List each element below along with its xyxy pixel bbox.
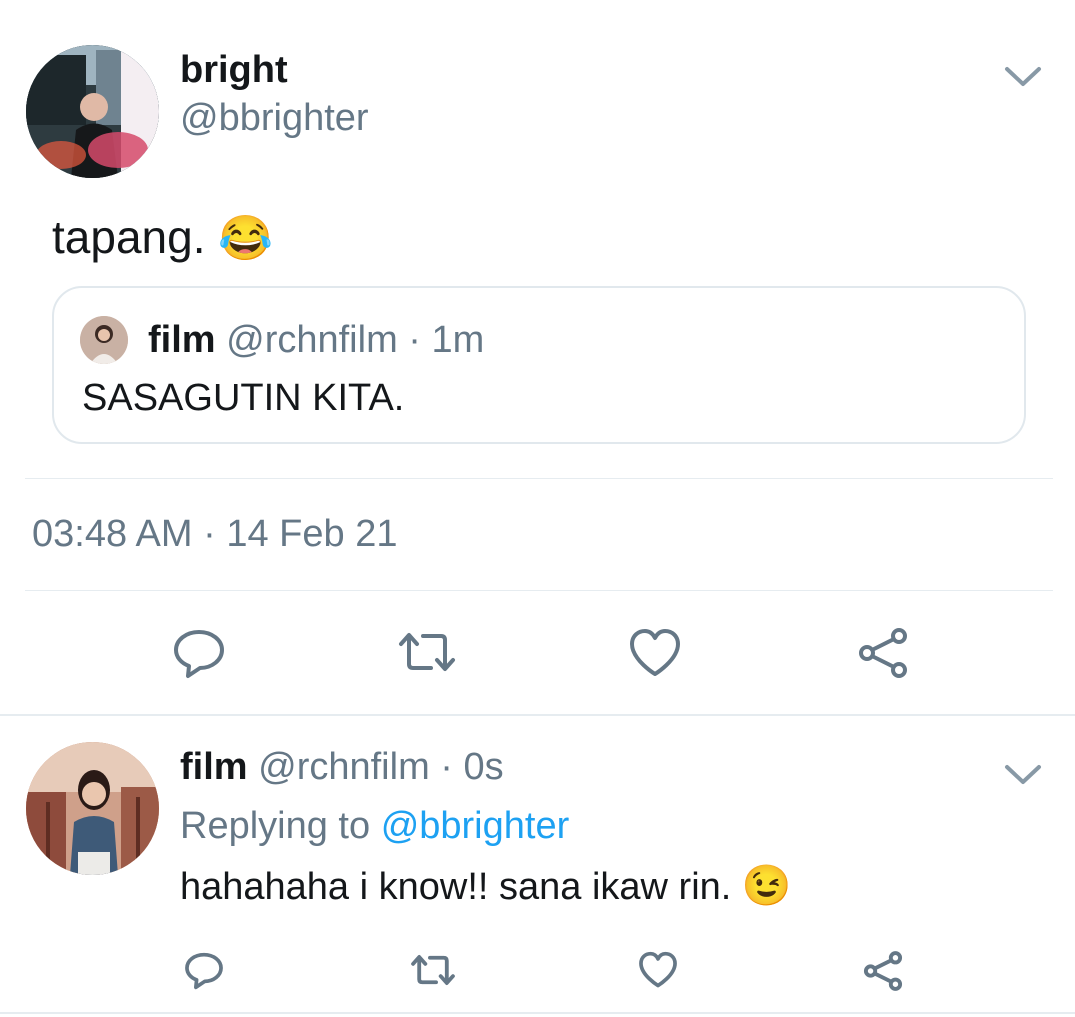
quoted-age: 1m — [431, 319, 485, 361]
quoted-text: SASAGUTIN KITA. — [82, 377, 405, 419]
winking-face-emoji: 😉 — [741, 864, 792, 908]
retweet-button[interactable] — [397, 630, 457, 674]
retweet-icon — [411, 955, 455, 985]
replying-to-handle-link[interactable]: @bbrighter — [381, 805, 570, 847]
separator-dot: · — [408, 319, 421, 361]
tweet-menu-button[interactable] — [1004, 63, 1042, 91]
avatar-film[interactable] — [26, 742, 159, 875]
replying-to: Replying to @bbrighter — [180, 804, 569, 848]
tears-of-joy-emoji: 😂 — [218, 214, 274, 263]
share-icon — [863, 951, 903, 991]
share-button[interactable] — [862, 950, 904, 992]
quoted-avatar[interactable] — [80, 316, 128, 364]
reply-age: 0s — [463, 746, 504, 788]
display-name[interactable]: bright — [180, 48, 288, 92]
quoted-header: film @rchnfilm · 1m — [148, 318, 484, 362]
date: 14 Feb 21 — [226, 513, 398, 555]
reply-display-name[interactable]: film — [180, 746, 248, 788]
replying-to-label: Replying to — [180, 805, 371, 847]
like-button[interactable] — [628, 628, 682, 678]
chevron-down-icon — [1005, 765, 1041, 784]
quoted-handle[interactable]: @rchnfilm — [226, 319, 398, 361]
heart-icon — [630, 629, 680, 676]
reply-header: film @rchnfilm · 0s — [180, 745, 504, 789]
reply-button[interactable] — [184, 951, 224, 991]
retweet-icon — [399, 633, 455, 671]
like-button[interactable] — [638, 951, 678, 989]
tweet-separator — [0, 1012, 1075, 1014]
heart-icon — [639, 951, 677, 988]
reply-menu-button[interactable] — [1004, 761, 1042, 789]
reply-text-body: hahahaha i know!! sana ikaw rin. — [180, 866, 732, 908]
tweet-text-body: tapang. — [52, 211, 206, 263]
reply-text: hahahaha i know!! sana ikaw rin. 😉 — [180, 862, 792, 911]
separator-dot: · — [440, 746, 453, 788]
share-button[interactable] — [856, 626, 910, 680]
avatar-bright[interactable] — [26, 45, 159, 178]
reply-button[interactable] — [172, 628, 226, 680]
reply-icon — [174, 630, 224, 678]
share-icon — [859, 628, 907, 678]
divider — [25, 478, 1053, 479]
timestamp: 03:48 AM — [32, 513, 193, 555]
tweet-separator — [0, 714, 1075, 716]
reply-handle[interactable]: @rchnfilm — [258, 746, 430, 788]
quoted-tweet-card[interactable] — [52, 286, 1026, 444]
separator-dot: · — [203, 513, 216, 555]
timestamp-line: 03:48 AM · 14 Feb 21 — [32, 512, 397, 556]
retweet-button[interactable] — [410, 953, 456, 987]
divider — [25, 590, 1053, 591]
handle[interactable]: @bbrighter — [180, 96, 369, 140]
quoted-display-name[interactable]: film — [148, 319, 216, 361]
reply-icon — [185, 952, 223, 990]
tweet-text: tapang. 😂 — [52, 208, 273, 268]
chevron-down-icon — [1005, 67, 1041, 86]
